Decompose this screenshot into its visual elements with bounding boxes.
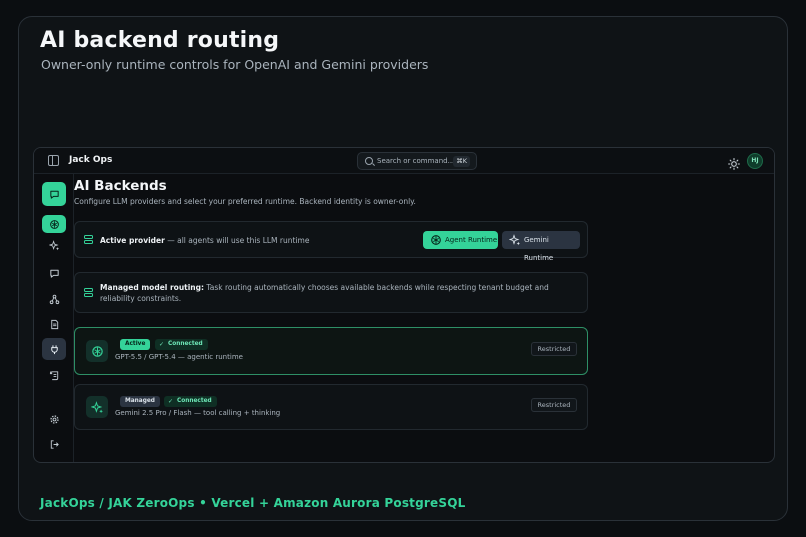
openai-icon: [431, 235, 441, 245]
sidebar-item-openai[interactable]: [42, 215, 66, 233]
footer-caption: JackOps / JAK ZeroOps • Vercel + Amazon …: [40, 496, 466, 510]
database-icon: [84, 288, 93, 298]
database-icon: [84, 235, 93, 245]
provider-description: Gemini 2.5 Pro / Flash — tool calling + …: [115, 409, 281, 417]
page-title: AI Backends: [74, 178, 167, 194]
sidebar-item-logout[interactable]: [42, 433, 66, 455]
status-badge: Active: [120, 339, 151, 350]
sidebar-item-logs[interactable]: [42, 364, 66, 386]
main-content: AI Backends Configure LLM providers and …: [74, 174, 774, 462]
openai-icon: [49, 219, 59, 229]
sidebar-item-chat[interactable]: [42, 182, 66, 206]
top-bar: Jack Ops Search or command... ⌘K HJ: [34, 148, 774, 174]
brand-logo[interactable]: Jack Ops: [69, 155, 112, 165]
app-window: Jack Ops Search or command... ⌘K HJ AI B…: [33, 147, 775, 463]
sidebar-item-messages[interactable]: [42, 262, 66, 284]
scroll-icon: [49, 370, 58, 380]
gemini-runtime-button[interactable]: Gemini Runtime: [502, 231, 580, 262]
avatar[interactable]: HJ: [747, 153, 763, 169]
agent-runtime-label: Agent Runtime: [445, 236, 498, 244]
sparkle-icon: [90, 400, 103, 413]
page-description: Configure LLM providers and select your …: [74, 197, 416, 206]
routing-panel: Managed model routing: Task routing auto…: [74, 272, 588, 313]
provider-card-gemini[interactable]: Managed Connected Gemini 2.5 Pro / Flash…: [74, 384, 588, 430]
active-provider-panel: Active provider — all agents will use th…: [74, 221, 588, 262]
connection-badge: Connected: [164, 396, 217, 407]
provider-description: GPT-5.5 / GPT-5.4 — agentic runtime: [115, 353, 243, 361]
command-search[interactable]: Search or command... ⌘K: [357, 152, 477, 170]
hero-title: AI backend routing: [40, 28, 280, 53]
logout-icon: [50, 439, 59, 449]
search-icon: [365, 157, 373, 165]
chat-icon: [49, 190, 59, 199]
access-badge: Restricted: [531, 398, 577, 412]
active-provider-note: — all agents will use this LLM runtime: [167, 236, 310, 245]
provider-card-openai[interactable]: Active Connected GPT-5.5 / GPT-5.4 — age…: [74, 327, 588, 375]
access-badge: Restricted: [531, 342, 577, 356]
status-badge: Managed: [120, 396, 160, 407]
plug-icon: [50, 344, 58, 354]
active-provider-label: Active provider: [100, 236, 165, 245]
provider-icon: [86, 340, 108, 362]
sidebar-toggle-icon[interactable]: [48, 155, 59, 166]
agent-runtime-button[interactable]: Agent Runtime: [423, 231, 498, 249]
sidebar-item-integrations[interactable]: [42, 338, 66, 360]
connection-badge: Connected: [155, 339, 208, 350]
search-placeholder: Search or command...: [377, 157, 455, 165]
sidebar-item-gemini[interactable]: [42, 234, 66, 256]
sidebar-item-settings[interactable]: [42, 408, 66, 430]
provider-icon: [86, 396, 108, 418]
shortcut-badge: ⌘K: [453, 156, 470, 167]
message-icon: [49, 269, 59, 278]
hero-subtitle: Owner-only runtime controls for OpenAI a…: [41, 57, 429, 72]
gear-icon: [49, 414, 59, 424]
sparkle-icon: [509, 234, 520, 246]
routing-label: Managed model routing:: [100, 283, 205, 292]
sidebar-item-workflows[interactable]: [42, 288, 66, 310]
sparkle-icon: [48, 239, 59, 250]
workflow-icon: [49, 294, 59, 304]
openai-icon: [91, 345, 103, 357]
document-icon: [50, 319, 58, 329]
sidebar: [34, 174, 74, 462]
sun-icon[interactable]: [728, 155, 740, 170]
gemini-runtime-label: Gemini Runtime: [524, 236, 554, 262]
sidebar-item-documents[interactable]: [42, 313, 66, 335]
